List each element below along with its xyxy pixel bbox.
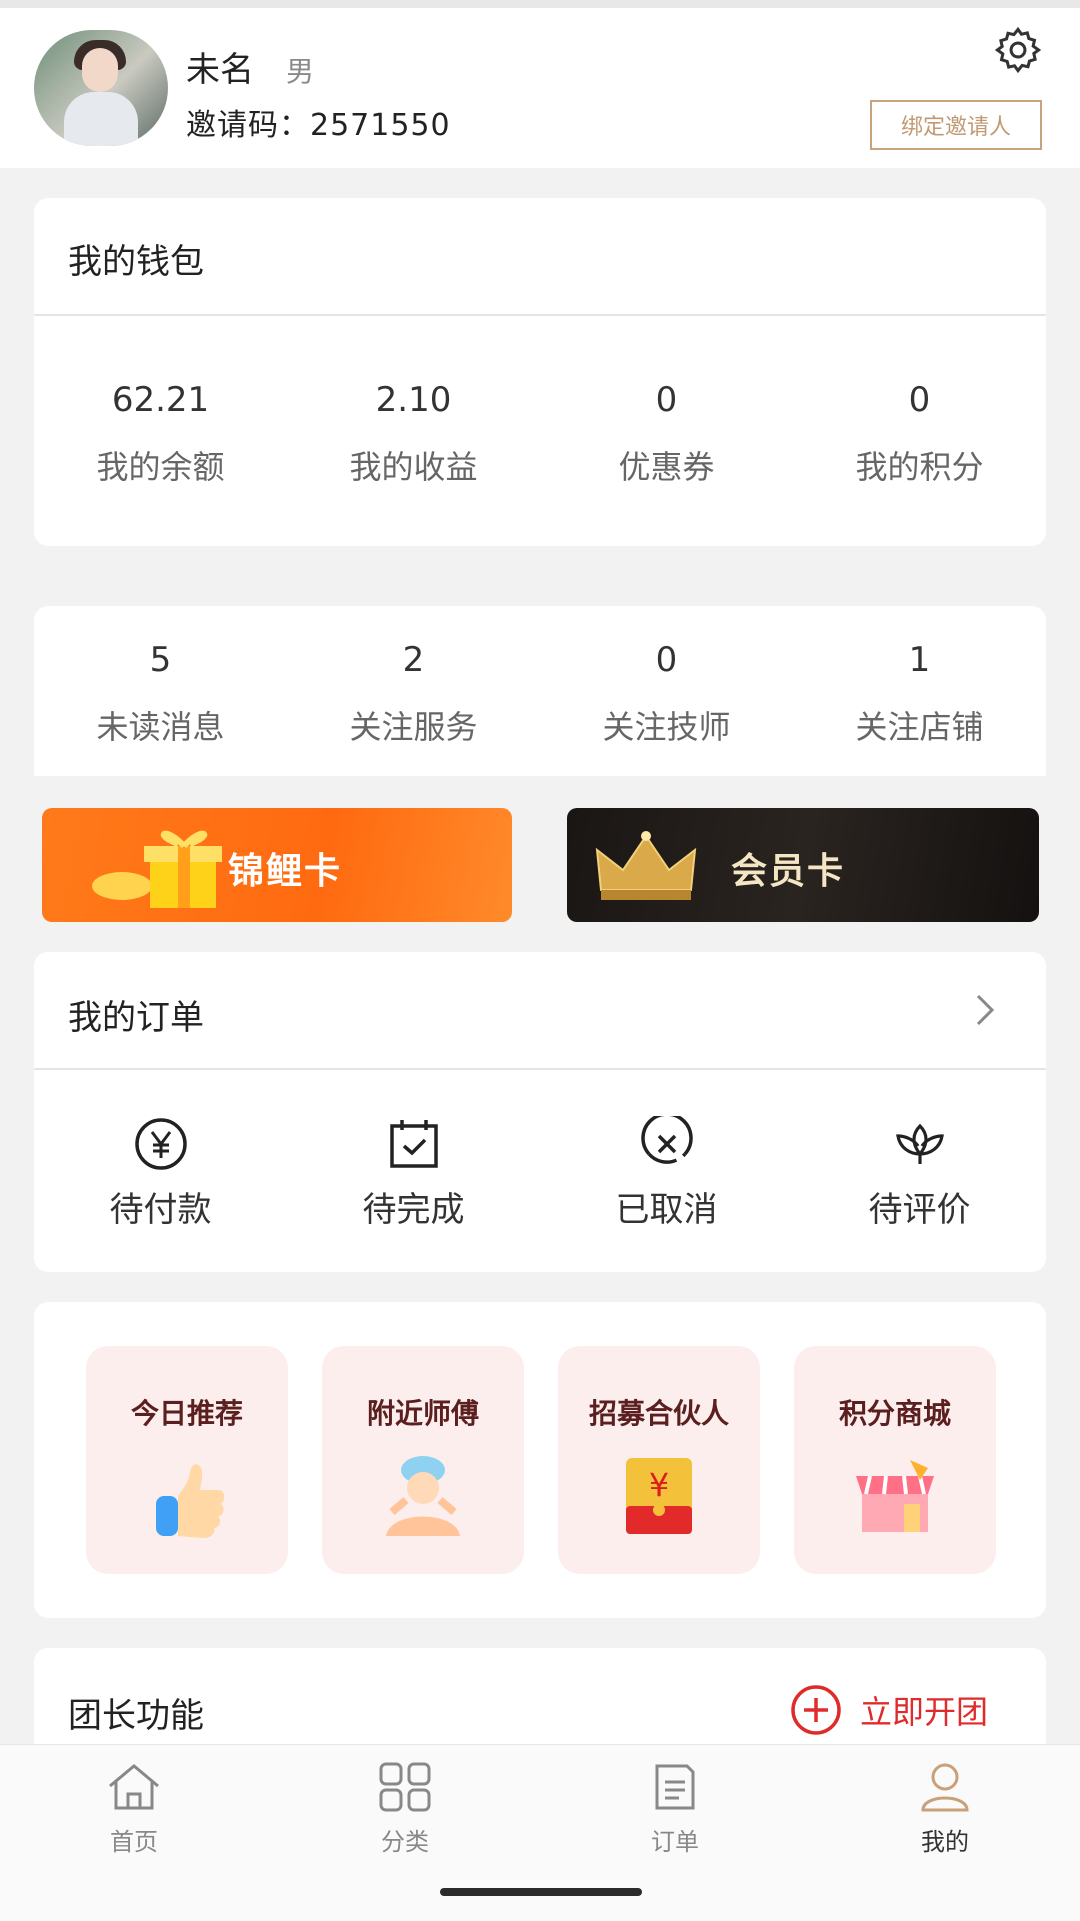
status-strip — [0, 0, 1080, 8]
stat-value: 0 — [655, 640, 678, 680]
follow-stat-messages[interactable]: 5 未读消息 — [34, 640, 287, 748]
order-label: 待付款 — [109, 1190, 212, 1230]
avatar[interactable] — [34, 30, 168, 146]
stat-label: 关注技师 — [602, 708, 731, 746]
cancel-circle-icon — [640, 1116, 693, 1164]
wallet-title: 我的钱包 — [68, 242, 204, 282]
wallet-divider — [34, 314, 1046, 316]
promo-tile-label: 积分商城 — [838, 1397, 951, 1430]
order-label: 待完成 — [362, 1190, 465, 1230]
order-pending-review[interactable]: 待评价 — [793, 1116, 1046, 1231]
add-circle-icon — [791, 1685, 841, 1735]
koi-card-label: 锦鲤卡 — [228, 851, 343, 892]
spa-person-icon — [386, 1456, 460, 1536]
chevron-right-icon[interactable] — [970, 992, 1000, 1028]
stat-label: 我的余额 — [96, 448, 225, 486]
promo-tile-label: 招募合伙人 — [588, 1397, 729, 1430]
orders-title: 我的订单 — [68, 998, 204, 1038]
wallet-stat-points[interactable]: 0 我的积分 — [793, 380, 1046, 488]
stat-value: 2 — [402, 640, 425, 680]
stat-value: 1 — [908, 640, 931, 680]
stat-value: 62.21 — [111, 380, 210, 420]
yen-circle-icon — [134, 1118, 187, 1170]
wallet-stat-earnings[interactable]: 2.10 我的收益 — [287, 380, 540, 488]
tab-orders[interactable]: 订单 — [615, 1762, 735, 1857]
stat-value: 0 — [655, 380, 678, 420]
tab-label: 首页 — [110, 1828, 158, 1856]
vip-card-banner[interactable]: 会员卡 — [567, 808, 1039, 922]
svg-text:¥: ¥ — [649, 1466, 669, 1504]
thumbs-up-icon — [156, 1464, 225, 1538]
promo-tile-points-mall[interactable]: 积分商城 — [794, 1346, 996, 1574]
home-icon — [109, 1764, 159, 1810]
start-group-button[interactable]: 立即开团 — [790, 1684, 988, 1736]
invite-code: 邀请码：2571550 — [186, 108, 451, 143]
start-group-label: 立即开团 — [860, 1693, 989, 1731]
follow-stat-stores[interactable]: 1 关注店铺 — [793, 640, 1046, 748]
stat-label: 关注店铺 — [855, 708, 984, 746]
tab-category[interactable]: 分类 — [345, 1762, 465, 1857]
tab-home[interactable]: 首页 — [74, 1762, 194, 1857]
user-icon — [921, 1763, 969, 1812]
tab-label: 分类 — [381, 1828, 429, 1856]
stat-value: 0 — [908, 380, 931, 420]
red-envelope-icon: ¥ — [626, 1458, 692, 1534]
promo-tile-label: 今日推荐 — [130, 1397, 243, 1430]
stat-label: 我的积分 — [855, 448, 984, 486]
stat-label: 优惠券 — [618, 448, 715, 486]
order-pending-payment[interactable]: 待付款 — [34, 1116, 287, 1231]
document-icon — [655, 1764, 695, 1810]
promo-tile-recruit-partner[interactable]: 招募合伙人 ¥ — [558, 1346, 760, 1574]
gear-icon[interactable] — [992, 24, 1044, 76]
stat-value: 5 — [149, 640, 172, 680]
tab-label: 订单 — [651, 1828, 699, 1856]
lotus-icon — [895, 1123, 944, 1164]
koi-card-banner[interactable]: 锦鲤卡 — [42, 808, 512, 922]
leader-title: 团长功能 — [68, 1696, 204, 1736]
order-pending-completion[interactable]: 待完成 — [287, 1116, 540, 1231]
stat-label: 我的收益 — [349, 448, 478, 486]
calendar-check-icon — [389, 1120, 438, 1168]
order-label: 已取消 — [615, 1190, 718, 1230]
wallet-stat-balance[interactable]: 62.21 我的余额 — [34, 380, 287, 488]
shop-icon — [856, 1460, 934, 1532]
user-name: 未名 — [186, 50, 254, 90]
promo-tile-label: 附近师傅 — [366, 1397, 479, 1430]
tab-mine[interactable]: 我的 — [885, 1762, 1005, 1857]
home-indicator — [440, 1888, 642, 1896]
promo-tile-today-recommend[interactable]: 今日推荐 — [86, 1346, 288, 1574]
tab-label: 我的 — [921, 1828, 969, 1856]
follow-stat-services[interactable]: 2 关注服务 — [287, 640, 540, 748]
user-gender: 男 — [286, 55, 315, 88]
grid-icon — [379, 1762, 431, 1812]
stat-label: 未读消息 — [96, 708, 225, 746]
order-label: 待评价 — [868, 1190, 971, 1230]
order-cancelled[interactable]: 已取消 — [540, 1116, 793, 1231]
vip-card-label: 会员卡 — [731, 851, 846, 892]
bind-inviter-button[interactable]: 绑定邀请人 — [870, 100, 1042, 150]
stat-value: 2.10 — [375, 380, 452, 420]
follow-stat-technicians[interactable]: 0 关注技师 — [540, 640, 793, 748]
wallet-stat-coupons[interactable]: 0 优惠券 — [540, 380, 793, 488]
orders-divider — [34, 1068, 1046, 1070]
gift-box-icon — [92, 830, 222, 908]
stat-label: 关注服务 — [349, 708, 478, 746]
crown-icon — [595, 831, 697, 900]
promo-tile-nearby-masters[interactable]: 附近师傅 — [322, 1346, 524, 1574]
